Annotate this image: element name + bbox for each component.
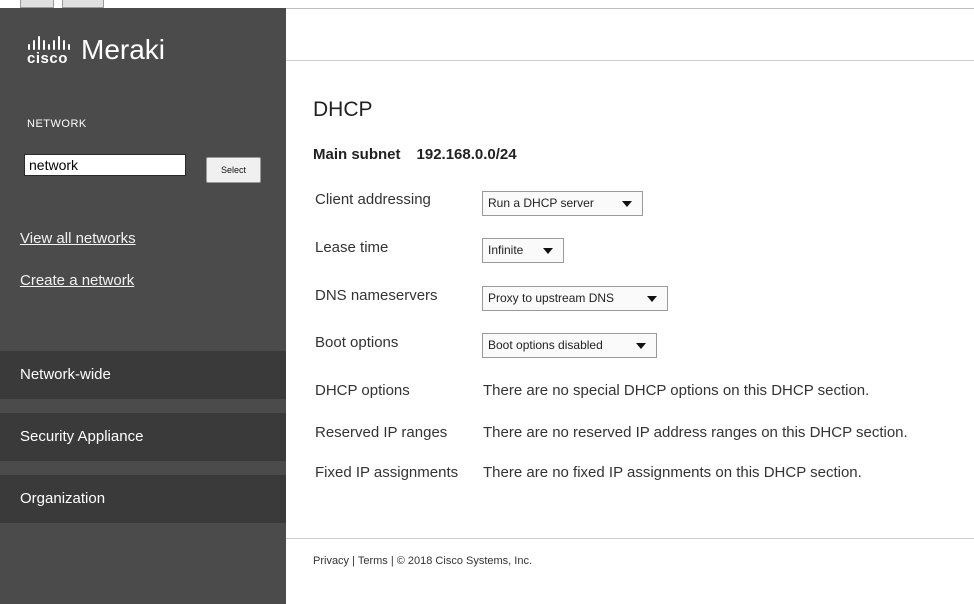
sidebar: cisco Meraki NETWORK Select View all net… <box>0 8 286 604</box>
dns-nameservers-label: DNS nameservers <box>315 287 438 304</box>
view-all-networks-link[interactable]: View all networks <box>20 230 136 247</box>
reserved-ip-ranges-value: There are no reserved IP address ranges … <box>483 424 908 441</box>
page-title: DHCP <box>313 98 373 121</box>
lease-time-select[interactable]: Infinite <box>482 238 564 263</box>
chevron-down-icon <box>543 248 553 254</box>
dns-nameservers-value: Proxy to upstream DNS <box>488 291 615 305</box>
chevron-down-icon <box>647 296 657 302</box>
boot-options-label: Boot options <box>315 334 399 351</box>
lease-time-value: Infinite <box>488 243 524 257</box>
window-tab-stub[interactable] <box>20 0 54 8</box>
client-addressing-label: Client addressing <box>315 191 431 208</box>
footer-divider <box>286 538 974 539</box>
subnet-label: Main subnet <box>313 146 401 163</box>
main-subnet: Main subnet 192.168.0.0/24 <box>313 146 517 163</box>
fixed-ip-assignments-label: Fixed IP assignments <box>315 464 459 481</box>
lease-time-label: Lease time <box>315 239 389 256</box>
chevron-down-icon <box>622 201 632 207</box>
fixed-ip-assignments-value: There are no fixed IP assignments on thi… <box>483 464 862 481</box>
boot-options-value: Boot options disabled <box>488 338 603 352</box>
browser-top-strip <box>0 0 974 8</box>
header-divider <box>286 60 974 61</box>
cisco-bars-icon <box>28 36 70 50</box>
create-network-link[interactable]: Create a network <box>20 272 134 289</box>
client-addressing-select[interactable]: Run a DHCP server <box>482 191 643 216</box>
dhcp-options-label: DHCP options <box>315 382 410 399</box>
network-label: NETWORK <box>27 118 87 130</box>
reserved-ip-ranges-label: Reserved IP ranges <box>315 424 448 441</box>
nav-network-wide[interactable]: Network-wide <box>0 351 286 399</box>
footer: Privacy | Terms | © 2018 Cisco Systems, … <box>313 555 533 567</box>
network-input[interactable] <box>24 154 186 176</box>
window-tab-stub[interactable] <box>62 0 104 8</box>
cisco-wordmark: cisco <box>27 50 68 67</box>
client-addressing-value: Run a DHCP server <box>488 196 594 210</box>
dns-nameservers-select[interactable]: Proxy to upstream DNS <box>482 286 668 311</box>
boot-options-select[interactable]: Boot options disabled <box>482 333 657 358</box>
select-network-button[interactable]: Select <box>206 157 261 183</box>
nav-security-appliance[interactable]: Security Appliance <box>0 413 286 461</box>
chevron-down-icon <box>636 343 646 349</box>
nav-organization[interactable]: Organization <box>0 475 286 523</box>
meraki-wordmark: Meraki <box>81 34 166 65</box>
subnet-value: 192.168.0.0/24 <box>416 146 517 163</box>
dhcp-options-value: There are no special DHCP options on thi… <box>483 382 870 399</box>
